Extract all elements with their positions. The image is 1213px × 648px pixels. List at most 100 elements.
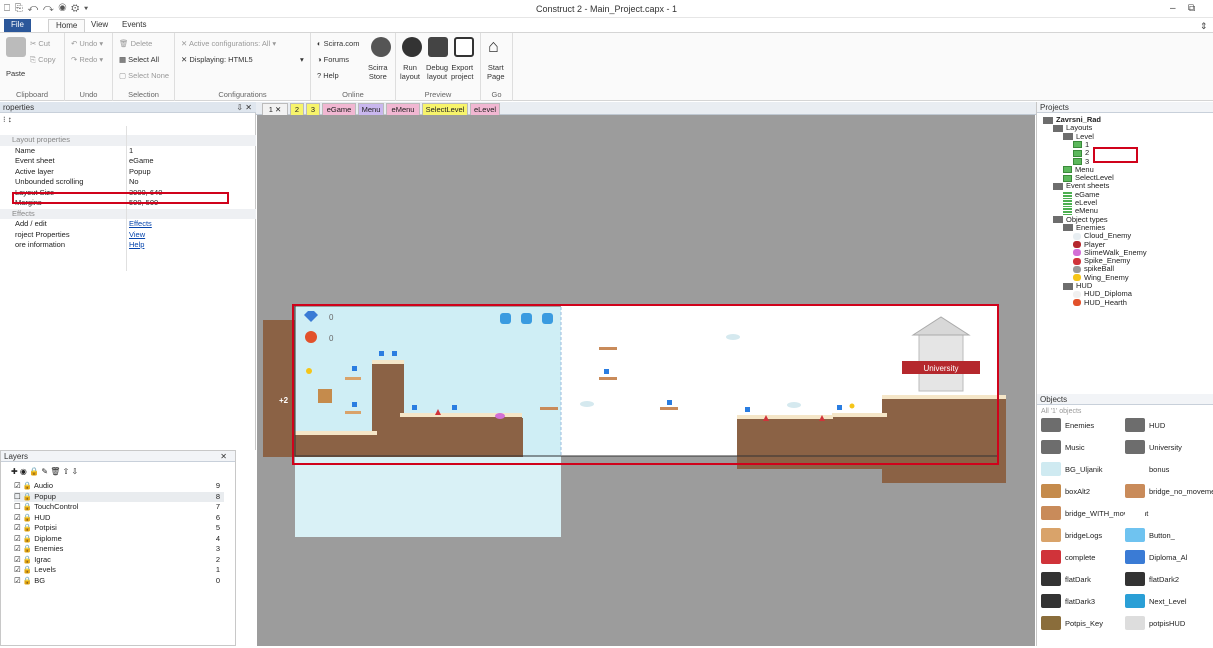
- forums-link[interactable]: ◑ Forums: [317, 55, 349, 64]
- layer-row[interactable]: ☑ 🔒 HUD 6: [14, 513, 224, 524]
- property-value[interactable]: View: [129, 230, 145, 239]
- active-configurations-dropdown[interactable]: ✕ Active configurations: All ▾: [181, 39, 276, 48]
- paste-button[interactable]: Paste: [6, 69, 25, 78]
- layer-name: ☐ 🔒 Popup: [14, 491, 56, 501]
- start-page-button[interactable]: Start Page: [487, 63, 505, 81]
- pin-close-icon[interactable]: ⇩ ✕: [236, 103, 252, 112]
- close-icon[interactable]: ✕: [220, 452, 227, 461]
- tree-item[interactable]: HUD_Hearth: [1073, 298, 1127, 307]
- debug-layout-button[interactable]: Debug layout: [426, 63, 448, 81]
- property-row[interactable]: Active layer Popup: [0, 167, 256, 178]
- objects-filter: All '1' objects: [1041, 408, 1082, 415]
- layer-index: 3: [215, 544, 220, 553]
- object-item[interactable]: University: [1149, 443, 1182, 452]
- help-link[interactable]: ? Help: [317, 71, 339, 80]
- layout-canvas[interactable]: 0 0 University +2: [257, 115, 1035, 646]
- layout-tab[interactable]: 3: [306, 103, 320, 115]
- object-item[interactable]: Enemies: [1065, 421, 1094, 430]
- copy-button[interactable]: ⎘ Copy: [30, 55, 56, 65]
- object-item[interactable]: HUD: [1149, 421, 1165, 430]
- paste-icon: [6, 37, 26, 57]
- title-bar: ⎕ ⎘ ↶ ↷ ◉ ⚙ ▾ Construct 2 - Main_Project…: [0, 0, 1213, 18]
- layer-row[interactable]: ☑ 🔒 Potpisi 5: [14, 523, 224, 534]
- layout-tab[interactable]: 1 ✕: [262, 103, 288, 115]
- object-icon: [1041, 462, 1061, 476]
- layer-row[interactable]: ☑ 🔒 Enemies 3: [14, 544, 224, 555]
- tab-view[interactable]: View: [84, 19, 115, 32]
- object-item[interactable]: bonus: [1149, 465, 1169, 474]
- select-all-button[interactable]: ▦ Select All: [119, 55, 159, 64]
- heart-icon: [1073, 299, 1081, 307]
- layout-tab[interactable]: eLevel: [470, 103, 500, 115]
- object-item[interactable]: potpisHUD: [1149, 619, 1185, 628]
- selection-group-label: Selection: [128, 90, 159, 99]
- object-item[interactable]: Music: [1065, 443, 1085, 452]
- go-group: ⌂ Start Page Go: [481, 33, 513, 101]
- property-name: Effects: [12, 208, 35, 218]
- maximize-button[interactable]: ⧉: [1188, 3, 1195, 14]
- layer-row[interactable]: ☑ 🔒 Levels 1: [14, 565, 224, 576]
- layer-index: 5: [215, 523, 220, 532]
- layer-row[interactable]: ☑ 🔒 Audio 9: [14, 481, 224, 492]
- redo-button[interactable]: ↷ Redo ▾: [71, 55, 103, 64]
- tab-file[interactable]: File: [4, 19, 31, 32]
- chevron-down-icon[interactable]: ▾: [300, 55, 304, 64]
- property-row[interactable]: Unbounded scrolling No: [0, 177, 256, 188]
- scirra-link[interactable]: ◐ Scirra.com: [317, 39, 359, 48]
- layers-toolbar[interactable]: ✚ ◉ 🔒 ✎ 🗑 ⇧ ⇩: [11, 467, 78, 476]
- object-item[interactable]: flatDark3: [1065, 597, 1095, 606]
- layout-tab[interactable]: Menu: [358, 103, 384, 115]
- object-icon: [1125, 440, 1145, 454]
- folder-icon: [1053, 124, 1063, 132]
- object-item[interactable]: bridge_no_movement: [1149, 487, 1213, 496]
- property-row[interactable]: Name 1: [0, 146, 256, 157]
- ground-left-margin: [263, 320, 295, 457]
- property-value: No: [129, 177, 139, 186]
- object-item[interactable]: bridgeLogs: [1065, 531, 1102, 540]
- layer-row[interactable]: ☑ 🔒 Diplome 4: [14, 534, 224, 545]
- go-group-label: Go: [491, 90, 502, 99]
- export-project-button[interactable]: Export project: [451, 63, 474, 81]
- run-layout-button[interactable]: Run layout: [400, 63, 420, 81]
- property-row[interactable]: Layout properties: [0, 135, 256, 146]
- object-item[interactable]: Diploma_Al: [1149, 553, 1187, 562]
- object-item[interactable]: Potpis_Key: [1065, 619, 1103, 628]
- undo-button[interactable]: ↶ Undo ▾: [71, 39, 103, 48]
- cut-button[interactable]: ✂ Cut: [30, 39, 50, 48]
- sort-icon[interactable]: ⁝ ↕: [3, 115, 12, 124]
- object-icon: [1125, 594, 1145, 608]
- layout-size-highlight: [12, 192, 229, 204]
- property-row[interactable]: roject Properties View: [0, 230, 256, 241]
- object-item[interactable]: flatDark2: [1149, 575, 1179, 584]
- layer-row[interactable]: ☑ 🔒 BG 0: [14, 576, 224, 587]
- object-item[interactable]: complete: [1065, 553, 1095, 562]
- object-icon: [1125, 418, 1145, 432]
- scirra-store-button[interactable]: Scirra Store: [368, 63, 388, 81]
- property-row[interactable]: Add / edit Effects: [0, 219, 256, 230]
- property-row[interactable]: Effects: [0, 208, 256, 219]
- delete-button[interactable]: 🗑 Delete: [119, 39, 152, 48]
- property-row[interactable]: ore information Help: [0, 240, 256, 251]
- minimize-button[interactable]: –: [1170, 3, 1176, 14]
- property-value[interactable]: Effects: [129, 219, 152, 228]
- layer-row[interactable]: ☐ 🔒 TouchControl 7: [14, 502, 224, 513]
- ribbon-options-icon[interactable]: ⇕: [1200, 21, 1208, 32]
- property-value[interactable]: Help: [129, 240, 144, 249]
- layout-tab[interactable]: 2: [290, 103, 304, 115]
- object-item[interactable]: flatDark: [1065, 575, 1091, 584]
- object-item[interactable]: BG_Uljanik: [1065, 465, 1103, 474]
- layer-row[interactable]: ☑ 🔒 Igrac 2: [14, 555, 224, 566]
- tab-home[interactable]: Home: [48, 19, 86, 32]
- layout-tab[interactable]: SelectLevel: [422, 103, 468, 115]
- object-item[interactable]: Button_: [1149, 531, 1175, 540]
- tab-events[interactable]: Events: [115, 19, 153, 32]
- displaying-dropdown[interactable]: ✕ Displaying: HTML5: [181, 55, 253, 64]
- object-item[interactable]: Next_Level: [1149, 597, 1187, 606]
- layout-tab[interactable]: eGame: [322, 103, 356, 115]
- delete-label: Delete: [130, 39, 153, 48]
- layer-row[interactable]: ☐ 🔒 Popup 8: [14, 491, 224, 502]
- layout-tab[interactable]: eMenu: [386, 103, 420, 115]
- select-none-button[interactable]: ▢ Select None: [119, 71, 169, 80]
- object-item[interactable]: boxAlt2: [1065, 487, 1090, 496]
- property-row[interactable]: Event sheet eGame: [0, 156, 256, 167]
